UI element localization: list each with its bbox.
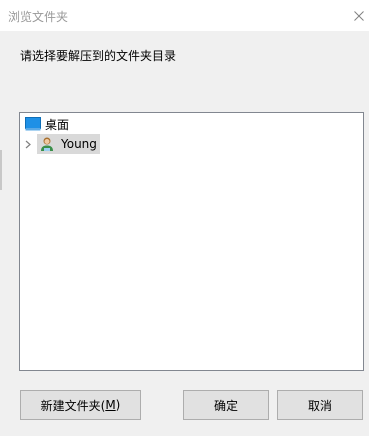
new-folder-label: 新建文件夹( [40,398,106,413]
new-folder-label-end: ) [115,398,121,412]
new-folder-mnemonic: M [105,398,116,412]
desktop-icon [25,117,41,131]
tree-item-label: 桌面 [45,117,70,132]
new-folder-button[interactable]: 新建文件夹(M) [20,390,141,420]
tree-item-label: Young [61,137,97,151]
close-icon [354,10,364,21]
user-icon [41,137,53,151]
ok-button[interactable]: 确定 [183,390,269,420]
tree-item-desktop[interactable]: 桌面 [21,114,69,134]
cancel-button[interactable]: 取消 [277,390,363,420]
tree-item-selection: Young [37,134,100,154]
chevron-right-icon[interactable] [21,134,35,154]
instruction-label: 请选择要解压到的文件夹目录 [20,49,177,63]
close-button[interactable] [349,0,369,31]
folder-tree[interactable]: 桌面 Young [19,112,364,371]
window-edge-shadow [0,150,2,190]
tree-item-user[interactable]: Young [21,134,100,154]
browse-folder-dialog: 浏览文件夹 请选择要解压到的文件夹目录 桌面 Young 新建文件夹(M) … [0,0,369,436]
window-title: 浏览文件夹 [8,10,69,24]
title-bar: 浏览文件夹 [0,0,369,31]
